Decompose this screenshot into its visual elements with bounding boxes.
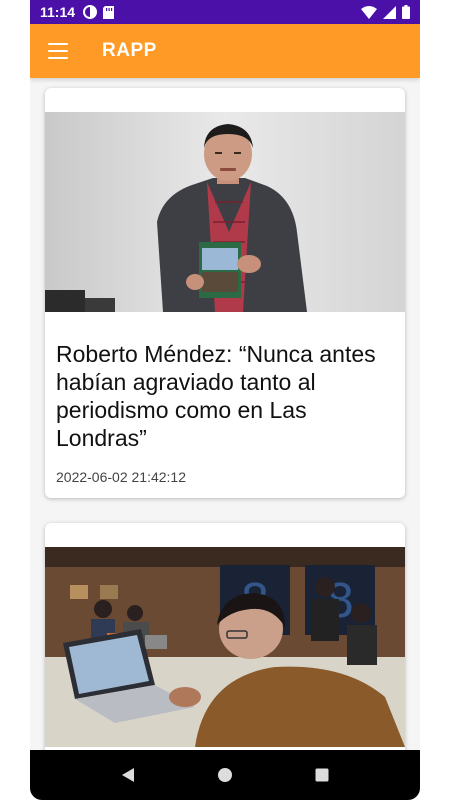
photo-journalists-with-laptops-icon: 8 8	[45, 547, 405, 747]
signal-icon	[383, 5, 396, 19]
article-image[interactable]: 8 8	[45, 547, 405, 747]
photo-man-holding-book-icon	[45, 112, 405, 312]
status-bar: 11:14	[30, 0, 420, 24]
article-date: 2022-06-02 21:42:12	[56, 469, 186, 485]
status-icons-right	[361, 5, 410, 19]
battery-icon	[402, 5, 410, 19]
wifi-icon	[361, 5, 377, 19]
home-icon[interactable]	[210, 760, 240, 790]
article-list[interactable]: Roberto Méndez: “Nunca antes habían agra…	[30, 78, 420, 750]
article-image[interactable]	[45, 112, 405, 312]
status-time: 11:14	[40, 4, 76, 20]
back-icon[interactable]	[113, 760, 143, 790]
article-card[interactable]: Roberto Méndez: “Nunca antes habían agra…	[45, 88, 405, 498]
article-card[interactable]: 8 8	[45, 523, 405, 750]
data-saver-icon	[83, 5, 98, 19]
app-bar: RAPP	[30, 24, 420, 78]
hamburger-menu-icon[interactable]	[48, 43, 68, 59]
sd-card-icon	[103, 5, 115, 19]
system-nav-bar	[30, 750, 420, 800]
app-title: RAPP	[102, 40, 157, 61]
status-icons-left	[83, 5, 115, 19]
recents-icon[interactable]	[307, 760, 337, 790]
article-title[interactable]: Roberto Méndez: “Nunca antes habían agra…	[56, 340, 396, 452]
phone-screen: 11:14 RAPP Roberto Méndez: “Nunca antes …	[30, 0, 420, 800]
